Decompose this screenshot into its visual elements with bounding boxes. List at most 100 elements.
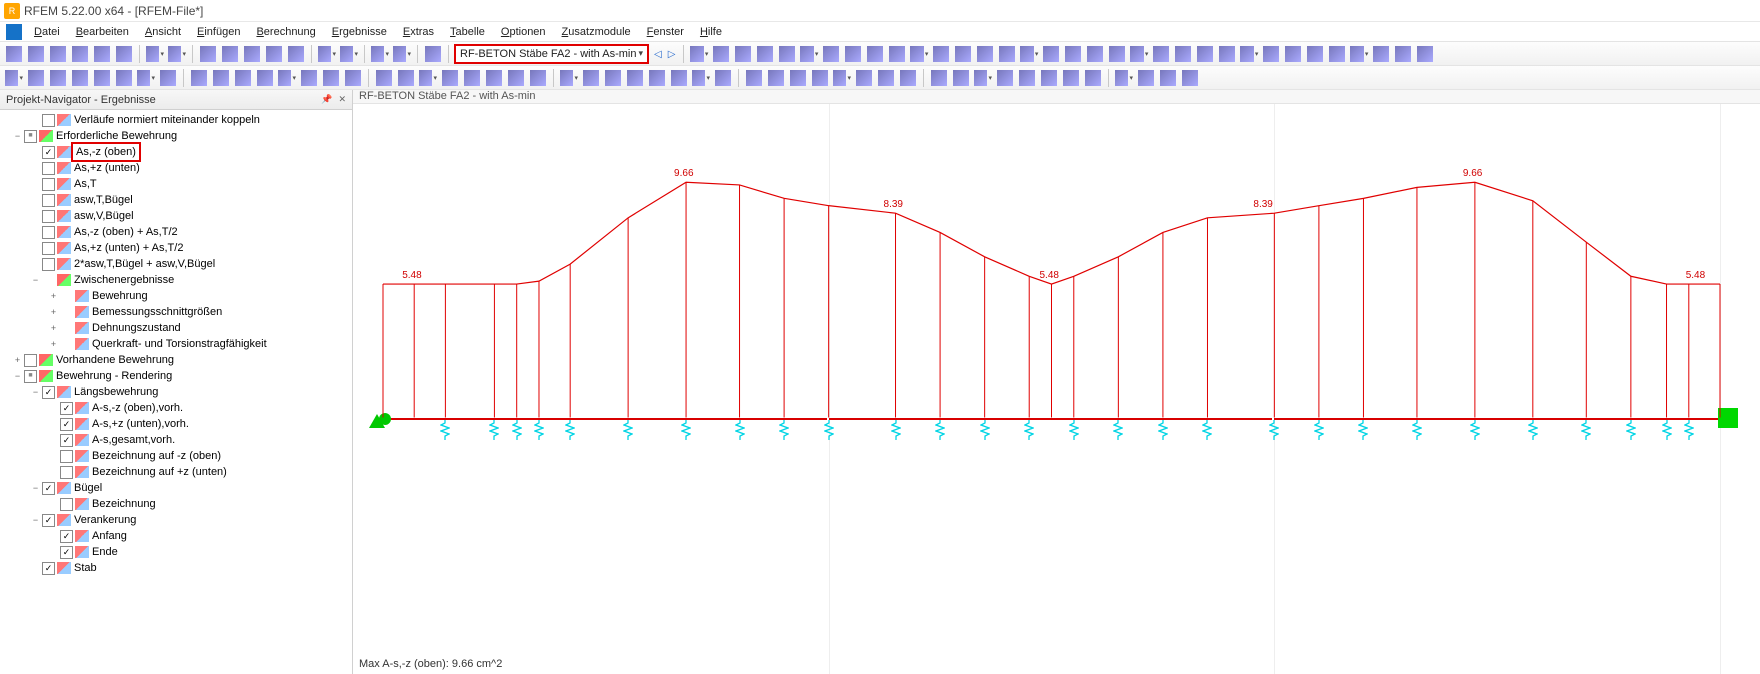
tb-r2-32[interactable]: [744, 68, 764, 88]
checkbox[interactable]: [42, 226, 55, 239]
tb-r1-28[interactable]: [1305, 44, 1325, 64]
tb-r1-5[interactable]: [799, 44, 819, 64]
tree-row[interactable]: As,+z (unten): [0, 160, 352, 176]
results-next[interactable]: ▷: [665, 49, 679, 60]
tb-snap[interactable]: [220, 44, 240, 64]
checkbox[interactable]: [42, 482, 55, 495]
tb-r2-24[interactable]: [559, 68, 579, 88]
checkbox[interactable]: [60, 530, 73, 543]
tb-r1-12[interactable]: [953, 44, 973, 64]
expander-icon[interactable]: −: [12, 128, 23, 144]
tree-row[interactable]: Verläufe normiert miteinander koppeln: [0, 112, 352, 128]
checkbox[interactable]: [42, 258, 55, 271]
tree-row[interactable]: +Bemessungsschnittgrößen: [0, 304, 352, 320]
expander-icon[interactable]: −: [30, 272, 41, 288]
tb-r1-26[interactable]: [1261, 44, 1281, 64]
checkbox[interactable]: [42, 210, 55, 223]
tb-r1-25[interactable]: [1239, 44, 1259, 64]
tb-r2-40[interactable]: [929, 68, 949, 88]
tb-r2-43[interactable]: [995, 68, 1015, 88]
tb-r2-45[interactable]: [1039, 68, 1059, 88]
tb-r2-46[interactable]: [1061, 68, 1081, 88]
menu-einfügen[interactable]: Einfügen: [189, 24, 248, 40]
tree-row[interactable]: Bezeichnung auf +z (unten): [0, 464, 352, 480]
checkbox[interactable]: [42, 114, 55, 127]
tb-r2-50[interactable]: [1158, 68, 1178, 88]
tb-r1-15[interactable]: [1019, 44, 1039, 64]
checkbox[interactable]: [60, 466, 73, 479]
expander-icon[interactable]: −: [12, 368, 23, 384]
expander-icon[interactable]: +: [48, 320, 59, 336]
tb-r1-2[interactable]: [733, 44, 753, 64]
tb-r1-3[interactable]: [755, 44, 775, 64]
tree-row[interactable]: A-s,+z (unten),vorh.: [0, 416, 352, 432]
tb-osnap[interactable]: [264, 44, 284, 64]
tb-r1-32[interactable]: [1393, 44, 1413, 64]
tb-r1-9[interactable]: [887, 44, 907, 64]
tree-row[interactable]: As,T: [0, 176, 352, 192]
tb-r1-7[interactable]: [843, 44, 863, 64]
tb-r1-24[interactable]: [1217, 44, 1237, 64]
tb-r2-37[interactable]: [854, 68, 874, 88]
menu-hilfe[interactable]: Hilfe: [692, 24, 730, 40]
expander-icon[interactable]: −: [30, 512, 41, 528]
tb-r2-51[interactable]: [1180, 68, 1200, 88]
tb-r2-28[interactable]: [647, 68, 667, 88]
tb-r2-7[interactable]: [158, 68, 178, 88]
tb-r2-2[interactable]: [48, 68, 68, 88]
menu-bearbeiten[interactable]: Bearbeiten: [68, 24, 137, 40]
tb-undo[interactable]: [145, 44, 165, 64]
tb-r1-33[interactable]: [1415, 44, 1435, 64]
tb-r2-33[interactable]: [766, 68, 786, 88]
tb-r2-23[interactable]: [528, 68, 548, 88]
tb-r2-27[interactable]: [625, 68, 645, 88]
tb-r2-0[interactable]: [4, 68, 24, 88]
tb-r2-20[interactable]: [462, 68, 482, 88]
checkbox[interactable]: [60, 498, 73, 511]
checkbox[interactable]: [60, 450, 73, 463]
tb-new[interactable]: [4, 44, 24, 64]
checkbox[interactable]: [42, 194, 55, 207]
menu-ergebnisse[interactable]: Ergebnisse: [324, 24, 395, 40]
checkbox[interactable]: [42, 146, 55, 159]
menu-optionen[interactable]: Optionen: [493, 24, 554, 40]
tb-r2-8[interactable]: [189, 68, 209, 88]
tb-save[interactable]: [48, 44, 68, 64]
tree-row[interactable]: −Längsbewehrung: [0, 384, 352, 400]
menu-tabelle[interactable]: Tabelle: [442, 24, 493, 40]
tb-r2-41[interactable]: [951, 68, 971, 88]
checkbox[interactable]: [24, 130, 37, 143]
menu-datei[interactable]: Datei: [26, 24, 68, 40]
tb-r2-17[interactable]: [396, 68, 416, 88]
expander-icon[interactable]: +: [48, 336, 59, 352]
tb-r2-44[interactable]: [1017, 68, 1037, 88]
tb-printprev[interactable]: [114, 44, 134, 64]
tree-row[interactable]: As,-z (oben) + As,T/2: [0, 224, 352, 240]
checkbox[interactable]: [60, 402, 73, 415]
tb-view-xy[interactable]: [392, 44, 412, 64]
tb-print[interactable]: [92, 44, 112, 64]
tb-ortho[interactable]: [198, 44, 218, 64]
menu-berechnung[interactable]: Berechnung: [248, 24, 323, 40]
tb-r1-29[interactable]: [1327, 44, 1347, 64]
result-canvas[interactable]: 5.489.668.395.488.399.665.48Max A-s,-z (…: [353, 104, 1760, 674]
tree-row[interactable]: Bezeichnung: [0, 496, 352, 512]
checkbox[interactable]: [24, 354, 37, 367]
tb-r1-6[interactable]: [821, 44, 841, 64]
tb-grid[interactable]: [242, 44, 262, 64]
tb-r2-22[interactable]: [506, 68, 526, 88]
checkbox[interactable]: [60, 546, 73, 559]
tb-r1-18[interactable]: [1085, 44, 1105, 64]
tb-r2-31[interactable]: [713, 68, 733, 88]
tb-r1-8[interactable]: [865, 44, 885, 64]
tb-r1-16[interactable]: [1041, 44, 1061, 64]
tb-r2-49[interactable]: [1136, 68, 1156, 88]
tb-r2-16[interactable]: [374, 68, 394, 88]
expander-icon[interactable]: −: [30, 384, 41, 400]
expander-icon[interactable]: −: [30, 480, 41, 496]
tb-r1-30[interactable]: [1349, 44, 1369, 64]
tb-r1-13[interactable]: [975, 44, 995, 64]
tb-r2-13[interactable]: [299, 68, 319, 88]
tb-open[interactable]: [26, 44, 46, 64]
tree-row[interactable]: asw,V,Bügel: [0, 208, 352, 224]
